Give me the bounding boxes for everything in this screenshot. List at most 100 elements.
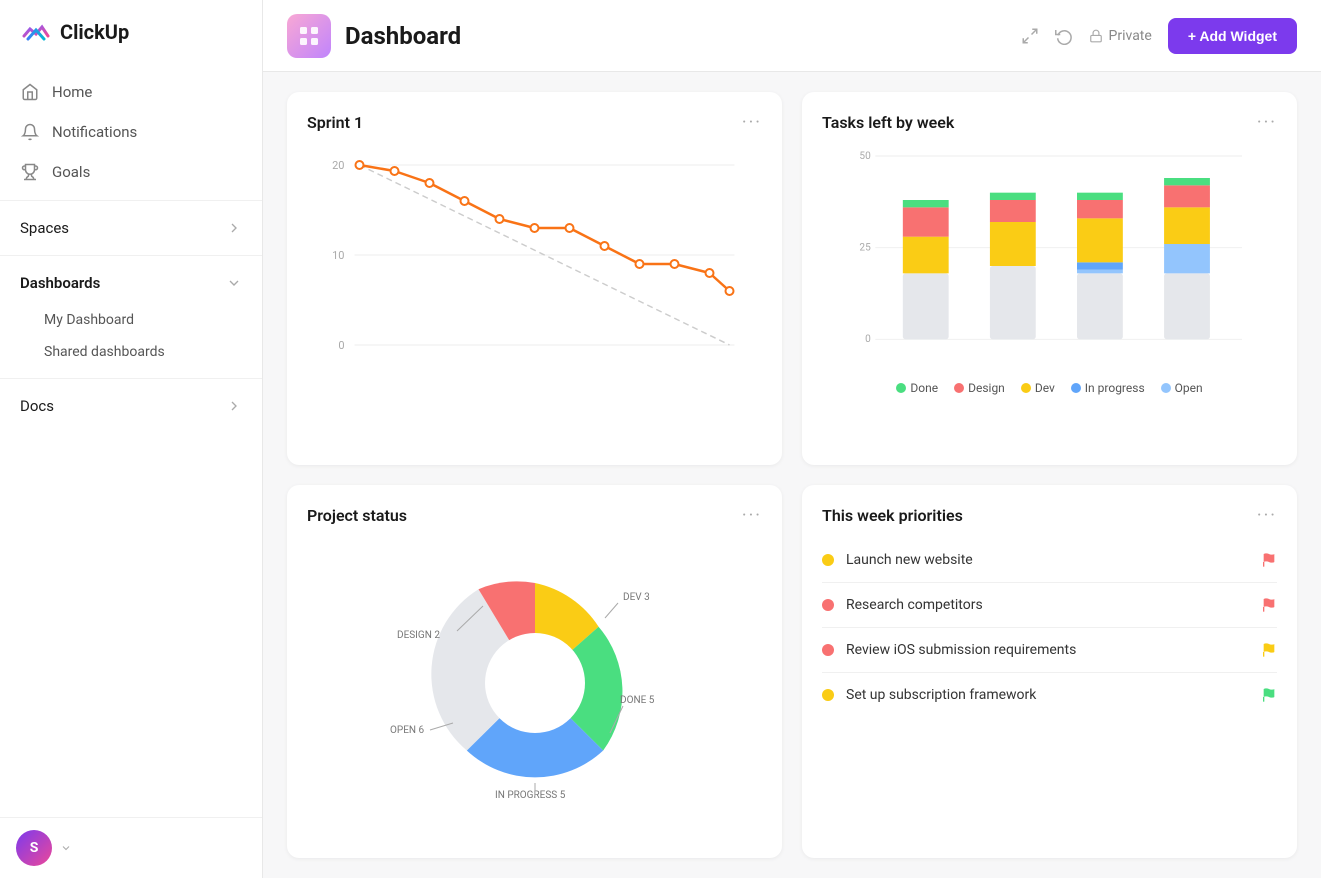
bar-chart-svg: 50 25 0 [822,145,1277,365]
priority-flag-2 [1261,642,1277,658]
priority-text-2: Review iOS submission requirements [846,642,1249,658]
done-label: Done [910,381,938,395]
priority-text-1: Research competitors [846,597,1249,613]
legend-done: Done [896,381,938,395]
sidebar-section-docs[interactable]: Docs [0,387,262,425]
sidebar-section-spaces[interactable]: Spaces [0,209,262,247]
home-icon [20,82,40,102]
my-dashboard-label: My Dashboard [44,312,134,328]
spaces-label: Spaces [20,219,69,237]
project-status-title: Project status [307,506,407,525]
priority-dot-3 [822,689,834,701]
nav-divider-3 [0,378,262,379]
sidebar-item-shared-dashboards[interactable]: Shared dashboards [0,336,262,368]
expand-action[interactable] [1021,27,1039,45]
sidebar-footer: S [0,817,262,878]
sidebar-item-home[interactable]: Home [0,72,262,112]
dashboard-grid: Sprint 1 ··· 20 10 0 [263,72,1321,878]
lock-icon [1089,29,1103,43]
project-status-menu[interactable]: ··· [742,505,762,526]
nav-divider-2 [0,255,262,256]
header-left: Dashboard [287,14,461,58]
priorities-title: This week priorities [822,506,963,525]
sidebar-item-my-dashboard[interactable]: My Dashboard [0,304,262,336]
header-right: Private + Add Widget [1021,18,1297,54]
svg-text:0: 0 [338,339,344,352]
refresh-action[interactable] [1055,27,1073,45]
priorities-header: This week priorities ··· [822,505,1277,526]
logo[interactable]: ClickUp [0,0,262,64]
tasks-card-menu[interactable]: ··· [1257,112,1277,133]
user-avatar[interactable]: S [16,830,52,866]
page-title: Dashboard [345,22,461,50]
sprint-chart-svg: 20 10 0 [307,145,762,385]
pie-label-open: OPEN 6 [390,725,424,736]
pie-label-design: DESIGN 2 [397,630,440,641]
sidebar-item-goals[interactable]: Goals [0,152,262,192]
priority-flag-3 [1261,687,1277,703]
svg-text:20: 20 [332,159,344,172]
shared-dashboards-label: Shared dashboards [44,344,165,360]
avatar-initials: S [30,840,39,856]
sidebar: ClickUp Home Notifications Goals Spaces [0,0,263,878]
legend-open: Open [1161,381,1203,395]
sprint-card-header: Sprint 1 ··· [307,112,762,133]
user-dropdown-icon[interactable] [60,842,72,854]
priorities-list: Launch new website Research competitors … [822,538,1277,717]
priority-flag-0 [1261,552,1277,568]
clickup-logo-icon [20,16,52,48]
dashboards-submenu: My Dashboard Shared dashboards [0,302,262,370]
sidebar-item-notifications[interactable]: Notifications [0,112,262,152]
done-dot [896,383,906,393]
priority-text-0: Launch new website [846,552,1249,568]
dashboards-label: Dashboards [20,274,100,292]
design-label: Design [968,381,1005,395]
legend-in-progress: In progress [1071,381,1145,395]
pie-chart-svg: DEV 3 DONE 5 IN PROGRESS 5 OPEN 6 DESIGN… [375,538,695,818]
sprint-card: Sprint 1 ··· 20 10 0 [287,92,782,465]
priority-item-2: Review iOS submission requirements [822,628,1277,673]
bar-chart-legend: Done Design Dev In progress [822,381,1277,395]
tasks-card-header: Tasks left by week ··· [822,112,1277,133]
project-status-header: Project status ··· [307,505,762,526]
dashboard-icon [287,14,331,58]
priority-dot-0 [822,554,834,566]
priorities-menu[interactable]: ··· [1257,505,1277,526]
sidebar-section-dashboards[interactable]: Dashboards [0,264,262,302]
tasks-by-week-card: Tasks left by week ··· 50 25 0 [802,92,1297,465]
priority-item-3: Set up subscription framework [822,673,1277,717]
refresh-icon [1055,27,1073,45]
priority-text-3: Set up subscription framework [846,687,1249,703]
priority-flag-1 [1261,597,1277,613]
nav-divider-1 [0,200,262,201]
priority-dot-2 [822,644,834,656]
svg-text:10: 10 [332,249,344,262]
main-nav: Home Notifications Goals Spaces Dashboar… [0,64,262,817]
bell-icon [20,122,40,142]
legend-design: Design [954,381,1005,395]
sidebar-item-goals-label: Goals [52,163,90,181]
expand-icon [1021,27,1039,45]
sprint-card-title: Sprint 1 [307,113,363,132]
privacy-action[interactable]: Private [1089,28,1152,44]
chevron-right-icon [226,220,242,236]
trophy-icon [20,162,40,182]
sidebar-item-notifications-label: Notifications [52,123,137,141]
legend-dev: Dev [1021,381,1055,395]
add-widget-button[interactable]: + Add Widget [1168,18,1297,54]
project-status-card: Project status ··· [287,485,782,858]
dev-dot [1021,383,1031,393]
main-content: Dashboard Private + Add Widget Sprint 1 … [263,0,1321,878]
priority-item-0: Launch new website [822,538,1277,583]
open-label: Open [1175,381,1203,395]
private-label: Private [1109,28,1152,44]
pie-label-dev: DEV 3 [623,592,650,603]
sprint-card-menu[interactable]: ··· [742,112,762,133]
bar-chart: 50 25 0 [822,145,1277,425]
logo-text: ClickUp [60,20,129,44]
pie-label-done: DONE 5 [620,695,655,706]
chevron-down-icon [226,275,242,291]
docs-label: Docs [20,397,54,415]
dev-label: Dev [1035,381,1055,395]
design-dot [954,383,964,393]
